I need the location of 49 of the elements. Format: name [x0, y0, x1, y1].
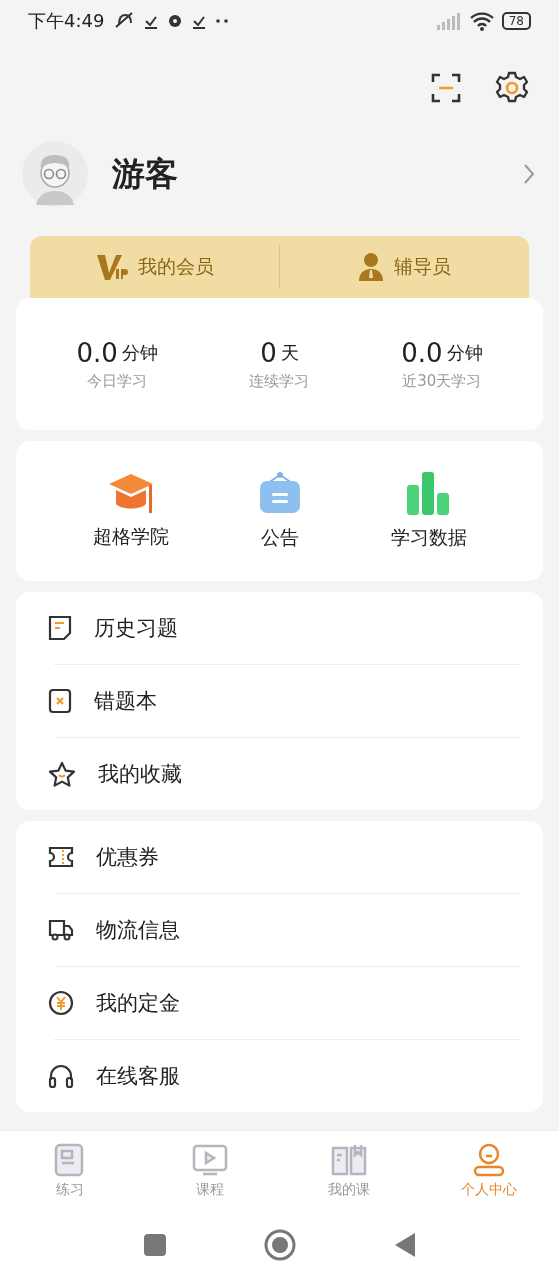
stat-unit: 分钟 [446, 340, 483, 365]
back-icon[interactable] [393, 1232, 416, 1258]
wifi-icon [469, 11, 494, 31]
shortcut-button[interactable]: 学习数据 [354, 471, 503, 551]
chevron-right-icon[interactable] [523, 163, 535, 185]
star-icon [48, 761, 76, 787]
menu-item[interactable]: 物流信息 [16, 894, 543, 966]
menu-item[interactable]: 在线客服 [16, 1040, 543, 1112]
more-dots-icon [216, 19, 229, 23]
sign-board-icon [257, 471, 302, 515]
menu-item[interactable]: 错题本 [16, 665, 543, 737]
book-icon [331, 1142, 368, 1177]
status-time: 下午4:49 [28, 9, 105, 33]
signal-icon [435, 12, 462, 30]
membership-link[interactable]: 辅导员 [394, 254, 451, 280]
recents-icon[interactable] [143, 1234, 166, 1256]
person-icon [472, 1142, 507, 1177]
shortcut-button[interactable]: 公告 [205, 471, 354, 551]
stat-value: 0.0 [76, 337, 118, 368]
bar-chart-icon [405, 471, 452, 515]
note-icon [48, 615, 72, 641]
shortcut-button[interactable]: 超格学院 [56, 472, 205, 550]
battery: 78 [501, 12, 531, 30]
settings-icon[interactable] [495, 71, 529, 105]
video-play-icon [191, 1142, 228, 1177]
stat-unit: 分钟 [121, 340, 158, 365]
stat-value: 0 [260, 337, 277, 368]
ticket-icon [48, 846, 74, 868]
stat-label: 近30天学习 [402, 371, 482, 391]
stat-unit: 天 [280, 340, 299, 365]
avatar [22, 141, 88, 207]
stat-label: 连续学习 [249, 371, 310, 391]
person-icon [358, 252, 384, 282]
scan-icon[interactable] [431, 73, 461, 103]
menu-item[interactable]: 优惠券 [16, 821, 543, 893]
user-name[interactable]: 游客 [112, 151, 523, 197]
menu-item[interactable]: 历史习题 [16, 592, 543, 664]
vip-crown-icon [95, 252, 128, 282]
menu-item[interactable]: 我的收藏 [16, 738, 543, 810]
truck-icon [48, 918, 74, 942]
yen-coin-icon [48, 990, 74, 1016]
headset-icon [48, 1063, 74, 1089]
menu-item[interactable]: 我的定金 [16, 967, 543, 1039]
stat-value: 0.0 [401, 337, 443, 368]
home-icon[interactable] [263, 1229, 296, 1261]
muted-bell-icon [114, 11, 135, 31]
membership-link[interactable]: 我的会员 [137, 254, 214, 280]
cross-square-icon [48, 688, 72, 714]
stat-label: 今日学习 [87, 371, 148, 391]
